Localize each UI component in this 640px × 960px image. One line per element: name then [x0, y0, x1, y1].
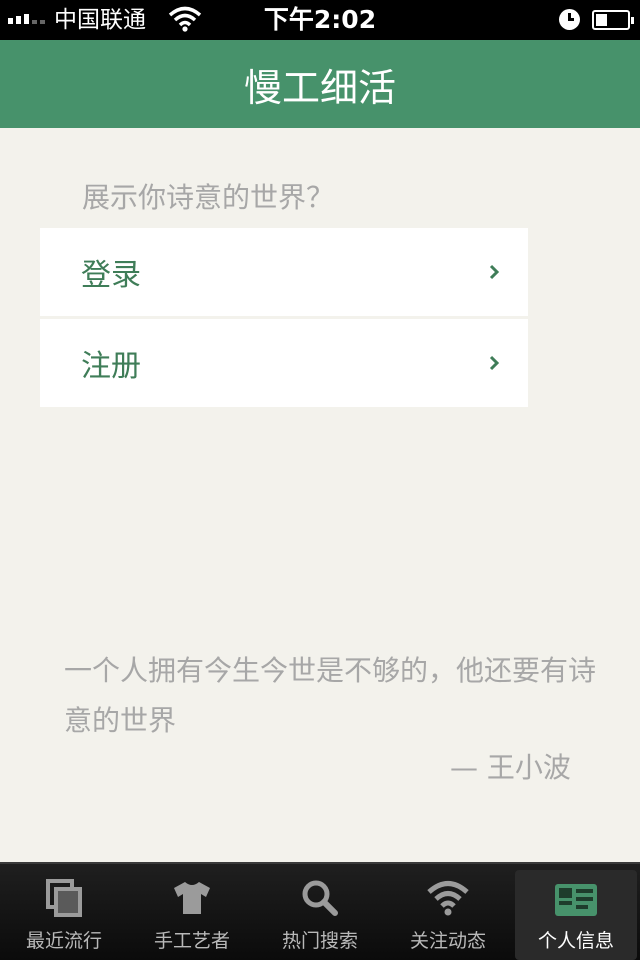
register-label: 注册 — [81, 349, 141, 384]
tab-following-updates[interactable]: 关注动态 — [384, 864, 512, 960]
battery-icon — [592, 10, 634, 30]
quote-author: — 王小波 — [450, 751, 571, 784]
search-icon — [302, 880, 338, 916]
tab-hot-search[interactable]: 热门搜索 — [256, 864, 384, 960]
wifi-icon — [427, 881, 469, 916]
login-label: 登录 — [81, 258, 141, 293]
tshirt-icon — [174, 882, 210, 914]
auth-menu: 登录 注册 — [40, 228, 528, 407]
alarm-clock-icon — [559, 9, 580, 30]
prompt-text: 展示你诗意的世界？ — [82, 181, 335, 214]
tab-label: 热门搜索 — [281, 930, 358, 952]
register-button[interactable]: 注册 — [40, 319, 528, 407]
id-card-icon — [555, 884, 597, 916]
tab-artisans[interactable]: 手工艺者 — [128, 864, 256, 960]
tab-label: 关注动态 — [409, 930, 486, 952]
status-time: 下午2:02 — [263, 5, 377, 34]
tab-label: 最近流行 — [25, 930, 102, 952]
tab-bar: 最近流行 手工艺者 热门搜索 关注动态 个人信息 — [0, 862, 640, 960]
chevron-right-icon — [489, 355, 500, 371]
navigation-bar: 慢工细活 — [0, 40, 640, 128]
chevron-right-icon — [489, 264, 500, 280]
tab-label: 个人信息 — [537, 930, 614, 952]
tab-profile[interactable]: 个人信息 — [515, 870, 637, 960]
status-bar: 中国联通 下午2:02 — [0, 0, 640, 40]
page-title: 慢工细活 — [243, 65, 396, 110]
layers-icon — [46, 879, 82, 917]
tab-label: 手工艺者 — [153, 930, 230, 952]
login-button[interactable]: 登录 — [40, 228, 528, 316]
quote-text: 一个人拥有今生今世是不够的，他还要有诗意的世界 — [64, 654, 597, 737]
tab-recent-popular[interactable]: 最近流行 — [0, 864, 128, 960]
